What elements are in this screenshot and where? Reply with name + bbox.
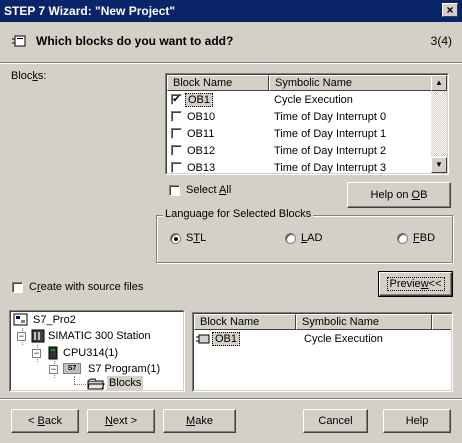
preview-row-ob1[interactable]: OB1 Cycle Execution — [194, 331, 451, 348]
cancel-button[interactable]: Cancel — [303, 409, 368, 433]
radio-lad-label[interactable]: LAD — [301, 232, 322, 244]
wizard-header: Which blocks do you want to add? 3(4) — [0, 22, 462, 62]
project-icon — [13, 313, 28, 326]
step-indicator: 3(4) — [430, 34, 452, 48]
wizard-question: Which blocks do you want to add? — [36, 34, 234, 48]
scroll-down-icon[interactable]: ▼ — [431, 157, 447, 173]
symbolic-name: Cycle Execution — [274, 94, 353, 106]
title-bar[interactable]: STEP 7 Wizard: "New Project" × — [0, 0, 462, 22]
scroll-up-icon[interactable]: ▲ — [431, 75, 447, 91]
block-checkbox-ob10[interactable] — [171, 111, 182, 122]
block-module-icon — [12, 35, 26, 47]
close-button[interactable]: × — [442, 3, 458, 17]
collapse-toggle-icon[interactable]: − — [49, 365, 58, 374]
radio-selected-dot — [174, 237, 178, 241]
blocks-scrollbar[interactable]: ▲ ▼ — [431, 75, 447, 173]
back-button[interactable]: < Back — [11, 409, 79, 433]
blocks-list[interactable]: Block Name Symbolic Name ✔ OB1 Cycle Exe… — [165, 73, 449, 175]
block-checkbox-ob13[interactable] — [171, 162, 182, 173]
block-checkbox-ob11[interactable] — [171, 128, 182, 139]
language-legend: Language for Selected Blocks — [163, 208, 314, 220]
block-name: OB1 — [185, 93, 214, 107]
block-row-ob10[interactable]: OB10 Time of Day Interrupt 0 — [167, 109, 447, 126]
select-all-label[interactable]: Select All — [186, 184, 231, 196]
collapse-toggle-icon[interactable]: − — [17, 332, 26, 341]
radio-fbd[interactable] — [397, 233, 408, 244]
column-header-symbolic-name[interactable]: Symbolic Name — [296, 314, 432, 330]
next-button[interactable]: Next > — [87, 409, 155, 433]
tree-label: SIMATIC 300 Station — [48, 330, 151, 342]
column-header-symbolic-name[interactable]: Symbolic Name — [269, 75, 433, 91]
block-name: OB10 — [187, 111, 216, 123]
symbolic-name: Time of Day Interrupt 0 — [274, 111, 387, 123]
make-button[interactable]: Make — [163, 409, 236, 433]
block-name: OB11 — [187, 128, 215, 140]
check-mark-icon: ✔ — [172, 94, 181, 105]
tree-label: S7_Pro2 — [33, 314, 76, 326]
select-all-checkbox[interactable] — [169, 185, 180, 196]
tree-label: Blocks — [107, 376, 144, 390]
header-divider — [0, 62, 462, 64]
footer-divider — [0, 398, 462, 400]
project-tree[interactable]: S7_Pro2 − SIMATIC 300 Station − CPU314(1… — [9, 310, 185, 392]
block-row-ob12[interactable]: OB12 Time of Day Interrupt 2 — [167, 143, 447, 160]
preview-button[interactable]: Preview<< — [379, 272, 452, 296]
column-header-empty — [432, 314, 451, 330]
block-name: OB1 — [212, 332, 241, 346]
tree-connector — [74, 384, 86, 385]
window-title: STEP 7 Wizard: "New Project" — [4, 4, 176, 18]
block-checkbox-ob1[interactable]: ✔ — [171, 94, 182, 105]
preview-list[interactable]: Block Name Symbolic Name OB1 Cycle Execu… — [192, 312, 453, 392]
block-name: OB13 — [187, 162, 216, 174]
scroll-track[interactable] — [431, 91, 447, 157]
radio-stl-label[interactable]: STL — [186, 232, 206, 244]
column-header-block-name[interactable]: Block Name — [167, 75, 269, 91]
radio-fbd-label[interactable]: FBD — [413, 232, 435, 244]
block-name: OB12 — [187, 145, 216, 157]
create-source-checkbox[interactable] — [12, 282, 23, 293]
symbolic-name: Time of Day Interrupt 3 — [274, 162, 387, 174]
column-header-block-name[interactable]: Block Name — [194, 314, 296, 330]
folder-icon — [87, 378, 105, 390]
preview-button-label: Preview<< — [386, 277, 445, 291]
help-on-ob-button[interactable]: Help on OB — [347, 182, 451, 208]
block-row-ob13[interactable]: OB13 Time of Day Interrupt 3 — [167, 160, 447, 174]
tree-connector — [74, 376, 75, 384]
symbolic-name: Time of Day Interrupt 1 — [274, 128, 387, 140]
tree-label: CPU314(1) — [63, 347, 119, 359]
collapse-toggle-icon[interactable]: − — [32, 349, 41, 358]
radio-lad[interactable] — [285, 233, 296, 244]
station-icon — [31, 329, 45, 343]
symbolic-name: Cycle Execution — [304, 333, 383, 345]
block-module-icon — [196, 334, 210, 344]
s7-program-icon: S7 — [63, 363, 81, 374]
block-checkbox-ob12[interactable] — [171, 145, 182, 156]
radio-stl[interactable] — [170, 233, 181, 244]
block-row-ob1[interactable]: ✔ OB1 Cycle Execution — [167, 92, 447, 109]
cpu-icon — [48, 346, 58, 360]
symbolic-name: Time of Day Interrupt 2 — [274, 145, 387, 157]
block-row-ob11[interactable]: OB11 Time of Day Interrupt 1 — [167, 126, 447, 143]
wizard-window: STEP 7 Wizard: "New Project" × Which blo… — [0, 0, 462, 443]
create-source-label[interactable]: Create with source files — [29, 281, 143, 293]
blocks-label: Blocks: — [11, 70, 47, 82]
tree-label: S7 Program(1) — [88, 363, 161, 375]
help-button[interactable]: Help — [383, 409, 451, 433]
